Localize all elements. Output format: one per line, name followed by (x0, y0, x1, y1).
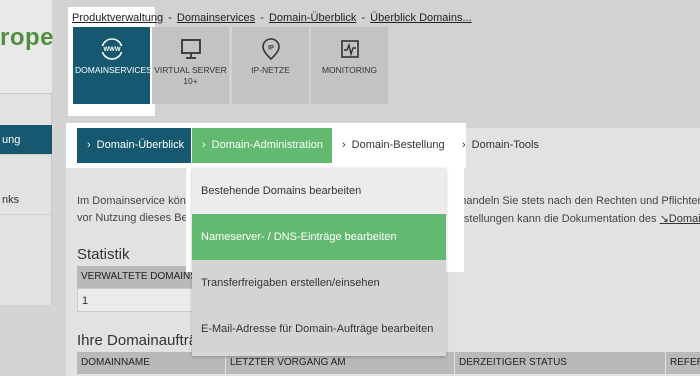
tab-domain-ueberblick[interactable]: › Domain-Überblick (77, 128, 191, 163)
tile-monitoring[interactable]: MONITORING (311, 27, 388, 104)
chevron-right-icon: › (202, 139, 206, 151)
breadcrumb-domainservices[interactable]: Domainservices (177, 12, 255, 24)
breadcrumb-ueberblick-domains[interactable]: Überblick Domains... (370, 12, 471, 24)
col-referenz: REFER (666, 352, 700, 374)
chevron-right-icon: › (342, 139, 346, 151)
pulse-icon (340, 40, 359, 58)
col-status: DERZEITIGER STATUS (455, 352, 665, 374)
sidebar-item-active[interactable]: ung (0, 125, 52, 155)
auftraege-title: Ihre Domainaufträ (77, 332, 198, 349)
chevron-right-icon: › (462, 139, 466, 151)
chevron-right-icon: › (87, 139, 91, 151)
sidebar-item-links[interactable]: nks (0, 185, 52, 215)
documentation-link[interactable]: ↘Domain (660, 213, 700, 225)
menu-item-transferfreigaben[interactable]: Transferfreigaben erstellen/einsehen (192, 260, 446, 306)
tab-domain-tools[interactable]: › Domain-Tools (452, 128, 562, 163)
tile-label: IP-NETZE (251, 65, 290, 75)
intro-line-2-left: vor Nutzung dieses Berei (77, 212, 200, 224)
menu-item-email-adresse[interactable]: E-Mail-Adresse für Domain-Aufträge bearb… (192, 306, 446, 352)
tile-domainservices[interactable]: www DOMAINSERVICES (73, 27, 152, 104)
intro-line-1-right: te handeln Sie stets nach den Rechten un… (448, 195, 700, 207)
logo-area: rope (0, 0, 54, 94)
menu-item-nameserver-dns[interactable]: Nameserver- / DNS-Einträge bearbeiten (192, 214, 446, 260)
svg-text:IP: IP (268, 46, 274, 52)
svg-text:www: www (103, 47, 120, 53)
sidebar: rope ung nks (0, 0, 54, 305)
tab-domain-administration[interactable]: › Domain-Administration (192, 128, 332, 163)
intro-line-2-right: Einstellungen kann die Dokumentation des… (448, 212, 700, 225)
breadcrumb: Produktverwaltung - Domainservices - Dom… (72, 12, 472, 24)
logo[interactable]: rope (0, 24, 54, 52)
menu-item-domains-bearbeiten[interactable]: Bestehende Domains bearbeiten (192, 168, 446, 214)
tile-virtual-server[interactable]: VIRTUAL SERVER 10+ (152, 27, 229, 104)
statistik-title: Statistik (77, 246, 130, 263)
intro-line-1-left: Im Domainservice könne (77, 195, 199, 207)
domain-administration-menu: Bestehende Domains bearbeiten Nameserver… (192, 168, 446, 356)
monitor-icon (180, 39, 201, 59)
breadcrumb-domain-ueberblick[interactable]: Domain-Überblick (269, 12, 356, 24)
statistik-value: 1 (77, 288, 197, 312)
tile-label: DOMAINSERVICES (75, 65, 152, 75)
www-globe-icon: www (100, 38, 123, 60)
ip-pin-icon: IP (261, 38, 280, 61)
tile-label: MONITORING (321, 65, 378, 75)
tab-domain-bestellung[interactable]: › Domain-Bestellung (332, 128, 452, 163)
tile-label: VIRTUAL SERVER 10+ (154, 65, 227, 86)
breadcrumb-produktverwaltung[interactable]: Produktverwaltung (72, 12, 163, 24)
statistik-header: VERWALTETE DOMAINS (77, 266, 197, 288)
tile-ip-netze[interactable]: IP IP-NETZE (232, 27, 309, 104)
